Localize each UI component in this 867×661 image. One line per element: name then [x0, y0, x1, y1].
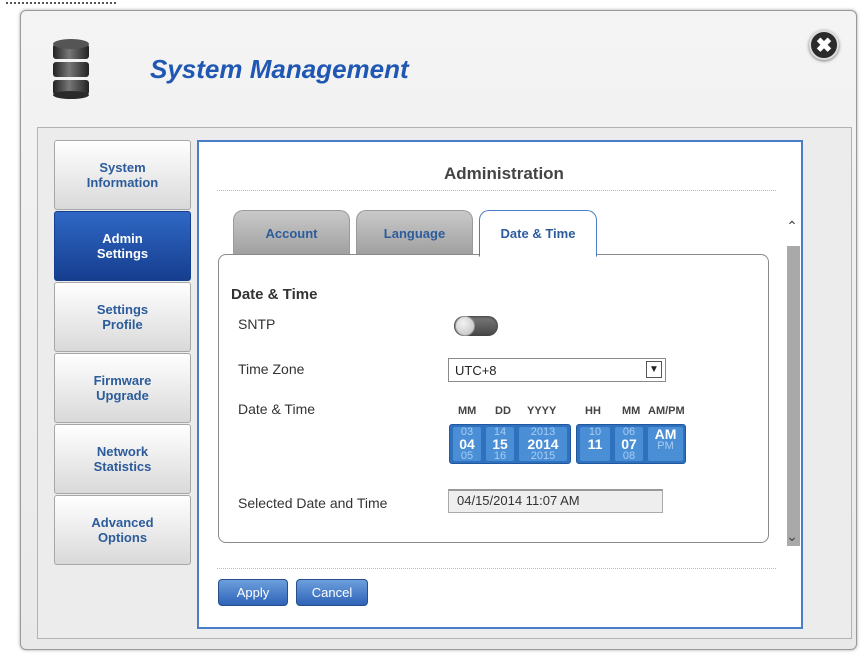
- background-window-edge: [0, 0, 867, 10]
- cancel-button[interactable]: Cancel: [296, 579, 368, 606]
- day-current: 15: [492, 436, 508, 452]
- scroll-track[interactable]: [787, 246, 800, 546]
- year-header: YYYY: [527, 405, 557, 417]
- month-next: 05: [460, 450, 474, 462]
- tab-account[interactable]: Account: [233, 210, 350, 256]
- year-next: 2015: [530, 450, 556, 462]
- day-header: DD: [495, 405, 511, 417]
- minute-current: 07: [621, 436, 637, 452]
- sidebar-item-label: Firmware Upgrade: [93, 373, 152, 403]
- date-picker: 03 04 05 14 15 16 2013 2014 2015: [449, 424, 571, 464]
- sidebar-item-label: Admin Settings: [96, 231, 149, 261]
- apply-button[interactable]: Apply: [218, 579, 288, 606]
- minute-next: 08: [622, 450, 636, 462]
- sidebar-item-firmware-upgrade[interactable]: Firmware Upgrade: [54, 353, 191, 423]
- dropdown-arrow-icon: ▼: [646, 361, 662, 378]
- tab-label: Account: [265, 226, 318, 241]
- date-time-label: Date & Time: [238, 401, 316, 417]
- sidebar-item-label: Advanced Options: [91, 515, 154, 545]
- selected-date-time-label: Selected Date and Time: [238, 495, 388, 511]
- tab-label: Date & Time: [500, 226, 576, 241]
- tab-date-time[interactable]: Date & Time: [479, 210, 597, 257]
- chevron-up-icon[interactable]: ⌃: [784, 218, 800, 234]
- time-picker: 10 11 06 07 08 AM PM: [576, 424, 686, 464]
- month-current: 04: [459, 436, 475, 452]
- database-icon: [53, 39, 89, 99]
- time-zone-label: Time Zone: [238, 361, 305, 377]
- sidebar-item-system-information[interactable]: System Information: [54, 140, 191, 210]
- divider: [217, 568, 776, 569]
- ampm-header: AM/PM: [648, 405, 685, 417]
- minute-header: MM: [622, 405, 641, 417]
- hour-current: 11: [587, 436, 603, 452]
- dialog-title: System Management: [150, 54, 409, 84]
- selected-date-time-field: 04/15/2014 11:07 AM: [448, 489, 663, 513]
- divider: [217, 190, 776, 191]
- section-title: Date & Time: [231, 286, 318, 303]
- sntp-toggle[interactable]: [454, 316, 498, 336]
- sidebar-item-label: Network Statistics: [93, 444, 152, 474]
- minute-wheel[interactable]: 06 07 08: [615, 427, 643, 461]
- time-zone-select[interactable]: UTC+8 ▼: [448, 358, 666, 382]
- hour-wheel[interactable]: 10 11: [580, 427, 610, 461]
- hour-header: HH: [585, 405, 601, 417]
- ampm-next: PM: [657, 440, 674, 452]
- toggle-knob: [455, 316, 475, 336]
- tab-label: Language: [383, 226, 446, 241]
- day-wheel[interactable]: 14 15 16: [486, 427, 514, 461]
- scrollbar[interactable]: ⌃ ⌄: [784, 210, 800, 555]
- tab-language[interactable]: Language: [356, 210, 473, 256]
- ampm-wheel[interactable]: AM PM: [648, 427, 683, 461]
- sidebar-item-network-statistics[interactable]: Network Statistics: [54, 424, 191, 494]
- chevron-down-icon[interactable]: ⌄: [784, 528, 800, 544]
- time-zone-value: UTC+8: [455, 363, 497, 378]
- page-title: Administration: [444, 164, 564, 183]
- year-wheel[interactable]: 2013 2014 2015: [519, 427, 567, 461]
- year-current: 2014: [527, 436, 559, 452]
- month-header: MM: [458, 405, 477, 417]
- close-icon[interactable]: ✖: [809, 30, 839, 60]
- sidebar-item-settings-profile[interactable]: Settings Profile: [54, 282, 191, 352]
- sidebar-item-label: Settings Profile: [96, 302, 149, 332]
- ampm-current: AM: [654, 427, 677, 442]
- month-wheel[interactable]: 03 04 05: [453, 427, 481, 461]
- day-next: 16: [493, 450, 507, 462]
- sidebar-item-advanced-options[interactable]: Advanced Options: [54, 495, 191, 565]
- sidebar-item-label: System Information: [86, 160, 159, 190]
- sntp-label: SNTP: [238, 316, 276, 332]
- sidebar-item-admin-settings[interactable]: Admin Settings: [54, 211, 191, 281]
